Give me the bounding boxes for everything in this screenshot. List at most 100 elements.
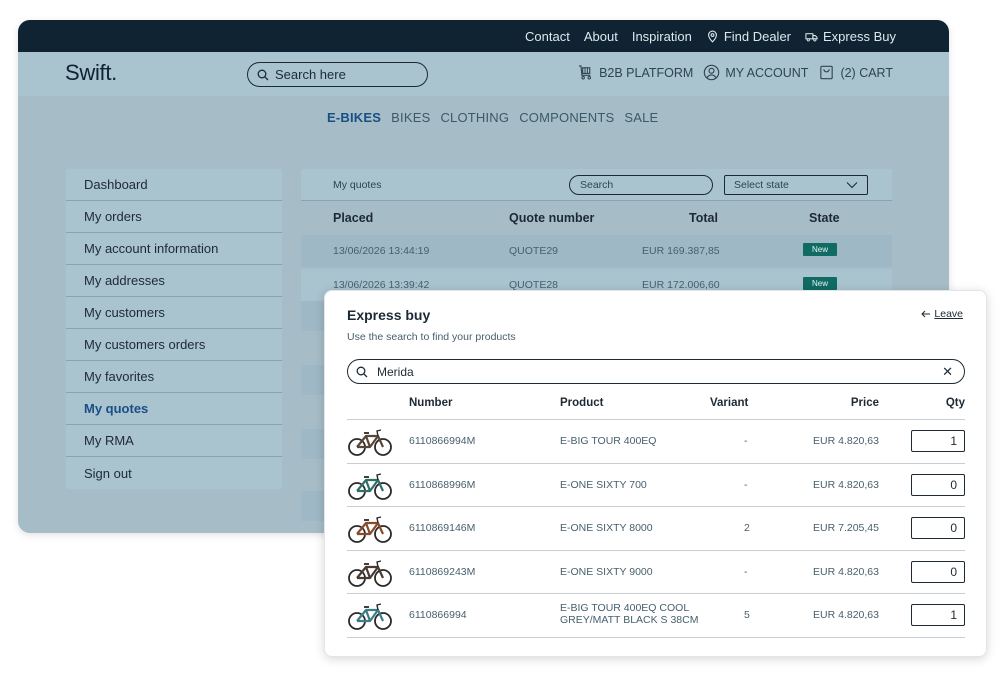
site-header: Swift. Search here B2B PLATFORM MY ACCOU… bbox=[18, 52, 949, 96]
brand-logo[interactable]: Swift. bbox=[65, 60, 117, 86]
top-bar: Contact About Inspiration Find Dealer Ex… bbox=[18, 20, 949, 52]
quotes-column-headers: Placed Quote number Total State bbox=[301, 201, 892, 235]
sidebar-item-addresses[interactable]: My addresses bbox=[66, 265, 282, 297]
product-name-line: E-ONE SIXTY 8000 bbox=[560, 522, 653, 534]
quantity-input[interactable]: 0 bbox=[911, 560, 965, 583]
product-search-input[interactable]: Merida ✕ bbox=[347, 359, 965, 384]
chevron-down-icon bbox=[846, 182, 858, 189]
product-row[interactable]: 6110869243M E-ONE SIXTY 9000 - EUR 4.820,63… bbox=[347, 551, 965, 594]
cart-trolley-icon bbox=[578, 65, 592, 80]
clear-search-icon[interactable]: ✕ bbox=[942, 364, 953, 380]
quantity-input[interactable]: 0 bbox=[911, 517, 965, 539]
hidden-row-edge bbox=[301, 429, 325, 459]
product-variant: 5 bbox=[744, 609, 750, 621]
sidebar-item-favorites[interactable]: My favorites bbox=[66, 361, 282, 393]
product-name: E-BIG TOUR 400EQ bbox=[560, 435, 656, 447]
product-row[interactable]: 6110866994 E-BIG TOUR 400EQ COOL GREY/MATT… bbox=[347, 594, 965, 638]
bike-thumbnail bbox=[348, 559, 392, 587]
sidebar-item-dashboard[interactable]: Dashboard bbox=[66, 169, 282, 201]
shopping-bag-icon bbox=[820, 65, 834, 80]
quantity-input[interactable]: 1 bbox=[911, 430, 965, 452]
product-number: 6110866994M bbox=[409, 435, 476, 447]
account-sidebar: Dashboard My orders My account informati… bbox=[66, 169, 282, 489]
sidebar-item-customers[interactable]: My customers bbox=[66, 297, 282, 329]
product-row[interactable]: 6110869146M E-ONE SIXTY 8000 2 EUR 7.205,45… bbox=[347, 507, 965, 551]
col-quote-number[interactable]: Quote number bbox=[509, 211, 594, 225]
bike-thumbnail bbox=[348, 429, 392, 456]
product-price: EUR 4.820,63 bbox=[813, 565, 879, 578]
product-name-line2: GREY/MATT BLACK S 38CM bbox=[560, 614, 699, 626]
state-select[interactable]: Select state bbox=[724, 175, 868, 195]
header-actions: B2B PLATFORM MY ACCOUNT (2) CART bbox=[577, 64, 893, 81]
quotes-title: My quotes bbox=[333, 179, 382, 191]
modal-title: Express buy bbox=[347, 307, 431, 323]
leave-button[interactable]: Leave bbox=[921, 308, 963, 320]
cart-link[interactable]: (2) CART bbox=[818, 64, 893, 81]
express-buy-modal: Express buy Use the search to find your … bbox=[324, 290, 987, 657]
product-variant: 2 bbox=[744, 522, 750, 534]
quantity-input[interactable]: 1 bbox=[911, 604, 965, 626]
product-row[interactable]: 6110868996M E-ONE SIXTY 700 - EUR 4.820,63 0 bbox=[347, 464, 965, 507]
product-row[interactable]: 6110866994M E-BIG TOUR 400EQ - EUR 4.820,63… bbox=[347, 420, 965, 464]
arrow-left-icon bbox=[921, 310, 931, 318]
product-price: EUR 4.820,63 bbox=[813, 435, 879, 447]
product-variant: - bbox=[744, 435, 748, 447]
product-name: E-ONE SIXTY 8000 bbox=[560, 522, 653, 534]
bike-thumbnail bbox=[348, 603, 392, 630]
b2b-platform-link[interactable]: B2B PLATFORM bbox=[577, 64, 693, 81]
bike-thumbnail bbox=[348, 516, 392, 543]
product-number: 6110869146M bbox=[409, 522, 476, 534]
my-account-link[interactable]: MY ACCOUNT bbox=[703, 64, 808, 81]
nav-find-dealer[interactable]: Find Dealer bbox=[706, 29, 791, 44]
nav-about[interactable]: About bbox=[584, 29, 618, 44]
sidebar-item-my-orders[interactable]: My orders bbox=[66, 201, 282, 233]
hidden-row-edge bbox=[301, 365, 325, 395]
nav-label: Contact bbox=[525, 28, 570, 44]
nav-contact[interactable]: Contact bbox=[525, 29, 570, 44]
modal-subtitle: Use the search to find your products bbox=[347, 331, 516, 343]
status-badge: New bbox=[803, 277, 838, 290]
col-number: Number bbox=[409, 397, 453, 409]
product-number: 6110866994 bbox=[409, 609, 467, 621]
quote-row[interactable]: 13/06/2026 13:44:19 QUOTE29 EUR 169.387,… bbox=[301, 235, 892, 267]
col-variant: Variant bbox=[710, 397, 749, 409]
product-name: E-ONE SIXTY 700 bbox=[560, 479, 647, 491]
search-value: Merida bbox=[377, 364, 414, 379]
nav-inspiration[interactable]: Inspiration bbox=[632, 29, 692, 44]
truck-icon bbox=[805, 32, 818, 41]
sidebar-item-quotes[interactable]: My quotes bbox=[66, 393, 282, 425]
category-bikes[interactable]: BIKES bbox=[391, 110, 430, 125]
sidebar-item-customers-orders[interactable]: My customers orders bbox=[66, 329, 282, 361]
category-clothing[interactable]: CLOTHING bbox=[440, 110, 509, 125]
col-qty: Qty bbox=[945, 397, 965, 409]
nav-label: About bbox=[583, 28, 618, 44]
col-state[interactable]: State bbox=[809, 211, 840, 225]
b2b-label: B2B PLATFORM bbox=[599, 65, 694, 80]
col-total[interactable]: Total bbox=[689, 211, 718, 225]
category-e-bikes[interactable]: E-BIKES bbox=[327, 110, 381, 125]
site-search-input[interactable]: Search here bbox=[247, 62, 428, 87]
sidebar-item-account-information[interactable]: My account information bbox=[66, 233, 282, 265]
quote-placed: 13/06/2026 13:44:19 bbox=[333, 245, 430, 257]
quote-total: EUR 169.387,85 bbox=[642, 245, 720, 257]
nav-express-buy[interactable]: Express Buy bbox=[805, 29, 896, 44]
sidebar-item-rma[interactable]: My RMA bbox=[66, 425, 282, 457]
products-column-headers: Number Product Variant Price Qty bbox=[347, 395, 965, 420]
category-sale[interactable]: SALE bbox=[624, 110, 658, 125]
nav-label: Inspiration bbox=[631, 28, 692, 44]
leave-label: Leave bbox=[934, 308, 963, 320]
col-placed[interactable]: Placed bbox=[333, 211, 373, 225]
product-name-line: E-ONE SIXTY 700 bbox=[560, 478, 647, 491]
product-name-line: E-BIG TOUR 400EQ bbox=[560, 435, 657, 447]
quotes-search-input[interactable]: Search bbox=[569, 175, 713, 195]
nav-label: Express Buy bbox=[823, 28, 896, 44]
product-variant: - bbox=[744, 478, 748, 491]
product-number: 6110868996M bbox=[409, 478, 476, 491]
user-circle-icon bbox=[704, 64, 720, 81]
category-components[interactable]: COMPONENTS bbox=[519, 110, 614, 125]
sidebar-item-sign-out[interactable]: Sign out bbox=[66, 457, 282, 489]
product-name: E-BIG TOUR 400EQ COOL GREY/MATT BLACK S 3… bbox=[560, 602, 698, 626]
quantity-input[interactable]: 0 bbox=[911, 473, 965, 496]
product-name-line: E-BIG TOUR 400EQ COOL bbox=[560, 602, 690, 614]
hidden-row-edge bbox=[301, 491, 325, 521]
